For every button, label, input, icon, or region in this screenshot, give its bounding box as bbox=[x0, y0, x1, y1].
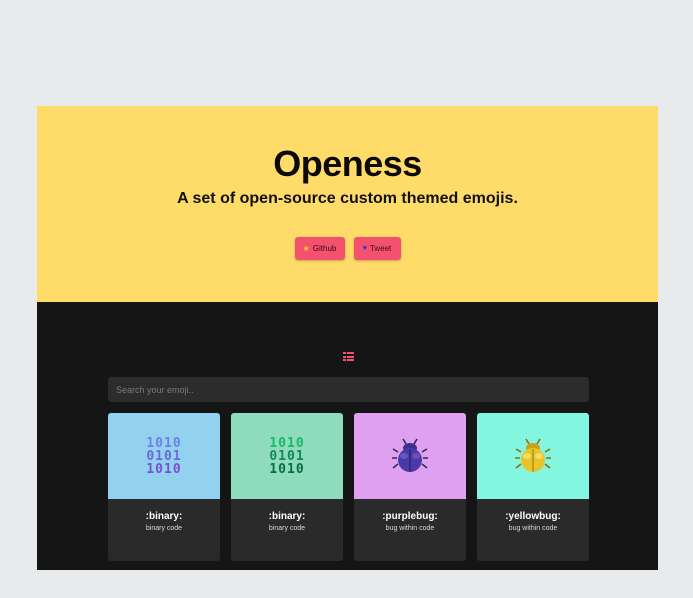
binary-code-art: 1010 0101 1010 bbox=[146, 435, 182, 477]
emoji-image: 1010 0101 1010 bbox=[231, 413, 343, 499]
emoji-name: :binary: bbox=[268, 511, 306, 522]
emoji-description: bug within code bbox=[385, 525, 435, 532]
emoji-image bbox=[354, 413, 466, 499]
github-button[interactable]: ★ Github bbox=[294, 237, 345, 260]
bird-icon: ♥ bbox=[362, 245, 367, 252]
purple-bug-icon bbox=[392, 438, 428, 472]
emoji-name: :binary: bbox=[145, 511, 183, 522]
emoji-card-binary-blue[interactable]: 1010 0101 1010 :binary: binary code bbox=[108, 413, 220, 561]
emoji-name: :purplebug: bbox=[382, 511, 438, 522]
hero-section: Openess A set of open-source custom them… bbox=[37, 106, 658, 302]
emoji-description: bug within code bbox=[508, 525, 558, 532]
emoji-card-purplebug[interactable]: :purplebug: bug within code bbox=[354, 413, 466, 561]
emoji-name: :yellowbug: bbox=[505, 511, 561, 522]
emoji-image bbox=[477, 413, 589, 499]
github-button-label: Github bbox=[312, 244, 337, 253]
star-icon: ★ bbox=[302, 244, 310, 253]
page-subtitle: A set of open-source custom themed emoji… bbox=[177, 190, 518, 207]
emoji-image: 1010 0101 1010 bbox=[108, 413, 220, 499]
emoji-section: 1010 0101 1010 :binary: binary code 1010… bbox=[37, 302, 658, 570]
page-title: Openess bbox=[273, 143, 422, 184]
tweet-button-label: Tweet bbox=[369, 244, 392, 253]
emoji-description: binary code bbox=[145, 525, 183, 532]
emoji-card-binary-green[interactable]: 1010 0101 1010 :binary: binary code bbox=[231, 413, 343, 561]
emoji-grid: 1010 0101 1010 :binary: binary code 1010… bbox=[108, 413, 589, 561]
hero-buttons: ★ Github ♥ Tweet bbox=[37, 237, 658, 260]
emoji-description: binary code bbox=[268, 525, 306, 532]
binary-code-art: 1010 0101 1010 bbox=[269, 435, 305, 477]
tweet-button[interactable]: ♥ Tweet bbox=[353, 237, 401, 260]
list-icon[interactable] bbox=[343, 352, 354, 361]
search-input[interactable] bbox=[108, 377, 589, 402]
yellow-bug-icon bbox=[515, 438, 551, 472]
page-frame: Openess A set of open-source custom them… bbox=[37, 106, 658, 570]
emoji-card-yellowbug[interactable]: :yellowbug: bug within code bbox=[477, 413, 589, 561]
